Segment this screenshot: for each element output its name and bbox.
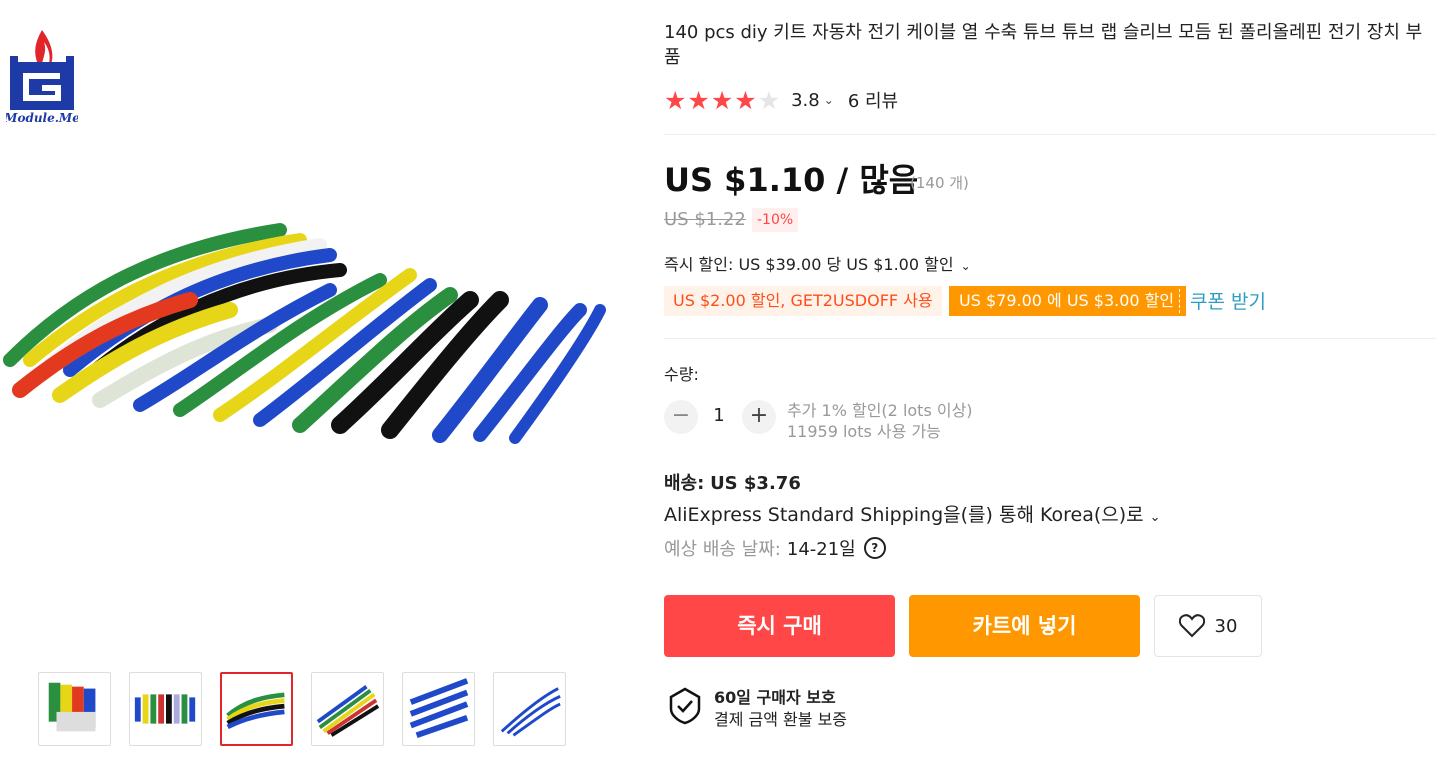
shipping-method-text: AliExpress Standard Shipping을(를) 통해 Kore… [664, 504, 1144, 526]
question-icon[interactable]: ? [863, 537, 886, 559]
star-icon: ★ [664, 85, 687, 115]
chevron-down-icon[interactable]: ⌄ [1150, 510, 1161, 525]
wishlist-count: 30 [1214, 615, 1238, 637]
thumbnail-6[interactable] [493, 672, 566, 746]
add-to-cart-button[interactable]: 카트에 넣기 [909, 595, 1140, 657]
thumbnail-4[interactable] [311, 672, 384, 746]
chevron-down-icon[interactable]: ⌄ [961, 259, 971, 273]
delivery-date-label: 예상 배송 날짜: [664, 539, 781, 560]
get-coupon-link[interactable]: 쿠폰 받기 [1190, 287, 1266, 314]
original-price: US $1.22 [664, 209, 746, 230]
heart-icon [1178, 614, 1205, 638]
price-main: US $1.10 / 많음 [664, 161, 919, 199]
thumbnail-5[interactable] [402, 672, 475, 746]
quantity-label: 수량: [664, 365, 699, 384]
product-main-image[interactable] [0, 210, 620, 460]
divider [664, 134, 1436, 135]
quantity-decrease-button[interactable]: − [664, 400, 698, 434]
shipping-method[interactable]: AliExpress Standard Shipping을(를) 통해 Kore… [664, 500, 1161, 527]
instant-discount-text: 즉시 할인: US $39.00 당 US $1.00 할인 [664, 255, 954, 274]
thumbnail-2[interactable] [129, 672, 202, 746]
thumbnail-3[interactable] [220, 672, 293, 746]
stock-available: 11959 lots 사용 가능 [787, 422, 941, 441]
quantity-value[interactable]: 1 [708, 405, 730, 426]
buyer-protection-subtitle: 결제 금액 환불 보증 [714, 710, 848, 729]
star-icon: ★ [734, 85, 757, 115]
svg-text:Module.Me: Module.Me [6, 111, 78, 125]
shipping-price: 배송: US $3.76 [664, 469, 801, 495]
buy-now-button[interactable]: 즉시 구매 [664, 595, 895, 657]
coupon-code-tag[interactable]: US $2.00 할인, GET2USDOFF 사용 [664, 286, 942, 316]
buyer-protection-title: 60일 구매자 보호 [714, 688, 836, 707]
star-icon: ★ [710, 85, 734, 115]
price-unit-count: (140 개) [910, 174, 969, 192]
rating-value: 3.8 [791, 89, 820, 111]
shipping-label: 배송: [664, 473, 705, 494]
rating-row[interactable]: ★ ★ ★ ★ ★ 3.8 ⌄ 6 리뷰 [664, 86, 898, 114]
discount-badge: -10% [752, 208, 799, 232]
divider [664, 338, 1436, 339]
shipping-cost: US $3.76 [710, 473, 801, 494]
shield-check-icon [669, 687, 701, 725]
chevron-down-icon[interactable]: ⌄ [824, 93, 834, 107]
delivery-estimate: 예상 배송 날짜: 14-21일 ? [664, 535, 886, 561]
delivery-date-value: 14-21일 [786, 539, 856, 560]
wishlist-button[interactable]: 30 [1154, 595, 1262, 657]
quantity-increase-button[interactable]: + [742, 400, 776, 434]
star-icon: ★ [757, 85, 781, 115]
review-count[interactable]: 6 리뷰 [848, 87, 898, 113]
star-icon: ★ [687, 85, 710, 115]
instant-discount[interactable]: 즉시 할인: US $39.00 당 US $1.00 할인 ⌄ [664, 251, 971, 275]
store-coupon-tag[interactable]: US $79.00 에 US $3.00 할인 [949, 286, 1187, 316]
product-title: 140 pcs diy 키트 자동차 전기 케이블 열 수축 튜브 튜브 랩 슬… [664, 22, 1423, 68]
brand-logo: Module.Me [6, 30, 78, 125]
thumbnail-1[interactable] [38, 672, 111, 746]
